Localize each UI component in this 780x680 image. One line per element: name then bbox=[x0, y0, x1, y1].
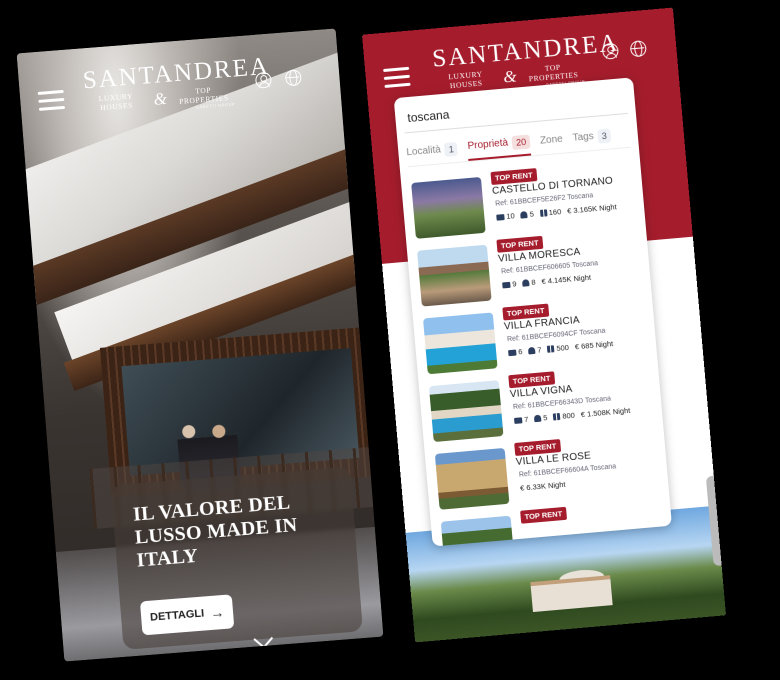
showcase-stage: SANTANDREA LUXURY HOUSES & TOP PROPERTIE… bbox=[0, 0, 780, 680]
bath-icon bbox=[520, 211, 528, 219]
beds-count: 10 bbox=[505, 211, 516, 221]
price: € 1.508K Night bbox=[580, 405, 631, 420]
property-thumbnail bbox=[434, 447, 510, 510]
tab-localita[interactable]: Località 1 bbox=[405, 135, 459, 166]
bath-icon bbox=[522, 279, 530, 287]
tab-label: Proprietà bbox=[467, 137, 509, 152]
baths-count: 5 bbox=[542, 413, 548, 423]
beds-count: 6 bbox=[517, 347, 523, 357]
baths-count: 5 bbox=[529, 209, 535, 219]
beds-count: 9 bbox=[511, 279, 517, 289]
baths-count: 8 bbox=[531, 277, 536, 287]
brand-ampersand: & bbox=[502, 65, 518, 87]
globe-icon[interactable] bbox=[629, 40, 647, 58]
tab-zone[interactable]: Zone bbox=[539, 126, 564, 155]
brand-logo[interactable]: SANTANDREA LUXURY HOUSES & TOP PROPERTIE… bbox=[82, 53, 271, 119]
tab-label: Zone bbox=[539, 133, 564, 147]
details-button-label: DETTAGLI bbox=[149, 607, 205, 624]
results-list: TOP RENT CASTELLO DI TORNANO Ref: 61BBCE… bbox=[410, 156, 664, 547]
search-screen: SANTANDREA LUXURY HOUSES & TOP PROPERTIE… bbox=[362, 7, 726, 643]
price: € 3.165K Night bbox=[566, 202, 618, 216]
property-thumbnail bbox=[411, 176, 486, 239]
home-screen: SANTANDREA LUXURY HOUSES & TOP PROPERTIE… bbox=[16, 28, 384, 662]
top-rent-badge: TOP RENT bbox=[520, 506, 567, 524]
bath-icon bbox=[528, 346, 536, 355]
hero-title: IL VALORE DEL LUSSO MADE IN ITALY bbox=[132, 491, 299, 572]
area-value: 800 bbox=[561, 410, 576, 421]
hero-card: IL VALORE DEL LUSSO MADE IN ITALY DETTAG… bbox=[110, 466, 363, 650]
tab-count: 20 bbox=[511, 134, 531, 150]
area-icon bbox=[553, 412, 561, 421]
menu-icon[interactable] bbox=[383, 66, 411, 89]
brand-ampersand: & bbox=[152, 88, 168, 109]
area-value: 500 bbox=[556, 342, 570, 353]
tab-count: 1 bbox=[444, 141, 459, 157]
property-thumbnail bbox=[428, 380, 504, 443]
tab-label: Tags bbox=[572, 130, 595, 144]
area-icon bbox=[539, 209, 548, 217]
beds-count: 7 bbox=[523, 414, 529, 425]
property-thumbnail bbox=[422, 312, 498, 375]
property-thumbnail bbox=[417, 244, 492, 307]
menu-icon[interactable] bbox=[37, 89, 66, 112]
price: € 685 Night bbox=[574, 339, 614, 352]
search-panel: Località 1 Proprietà 20 Zone Tags 3 bbox=[393, 77, 672, 547]
baths-count: 7 bbox=[536, 345, 542, 355]
bed-icon bbox=[502, 281, 511, 288]
bath-icon bbox=[533, 414, 542, 423]
details-button[interactable]: DETTAGLI → bbox=[139, 594, 235, 636]
price: € 6.33K Night bbox=[519, 479, 566, 493]
user-icon[interactable] bbox=[601, 42, 620, 60]
tab-proprieta[interactable]: Proprietà 20 bbox=[466, 128, 532, 161]
tab-tags[interactable]: Tags 3 bbox=[572, 122, 612, 152]
price: € 4.145K Night bbox=[541, 272, 592, 287]
tab-label: Località bbox=[405, 144, 442, 159]
area-value: 160 bbox=[548, 207, 562, 218]
bed-icon bbox=[513, 416, 523, 424]
tab-count: 3 bbox=[597, 127, 612, 144]
area-icon bbox=[547, 345, 555, 353]
globe-icon[interactable] bbox=[284, 69, 302, 87]
property-meta: 9 8 € 4.145K Night bbox=[502, 273, 591, 290]
bed-icon bbox=[496, 213, 505, 221]
property-meta: € 6.33K Night bbox=[520, 480, 566, 493]
arrow-right-icon: → bbox=[209, 603, 225, 622]
user-icon[interactable] bbox=[254, 71, 273, 89]
bed-icon bbox=[508, 349, 517, 356]
